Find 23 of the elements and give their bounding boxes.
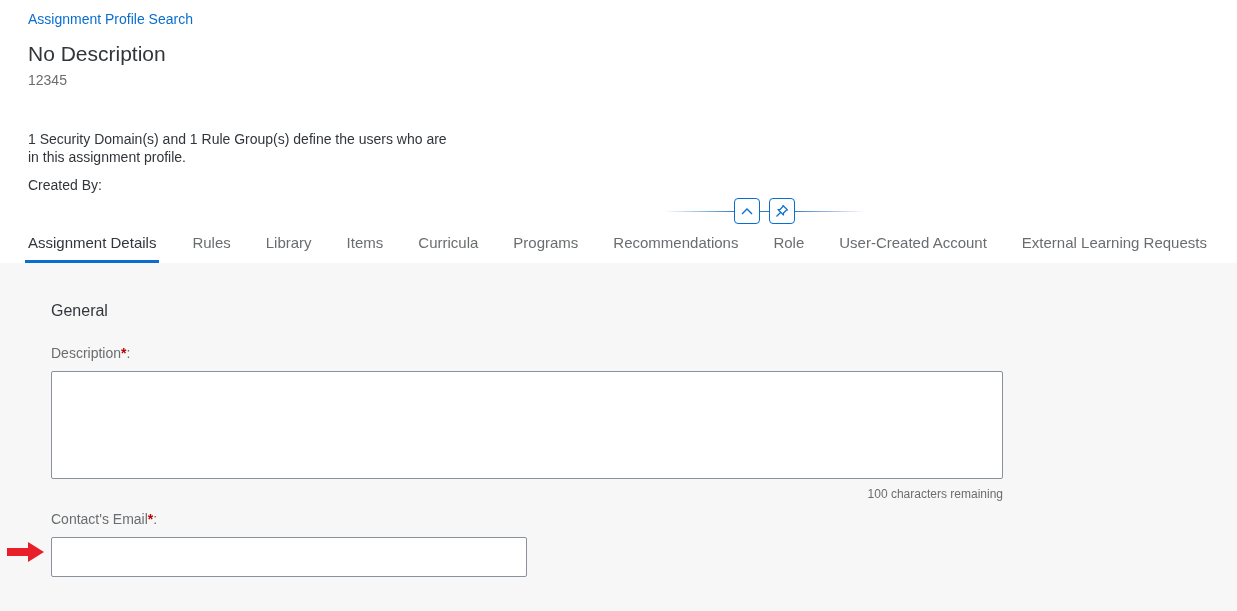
character-counter: 100 characters remaining: [866, 487, 1003, 501]
page-title: No Description: [28, 42, 167, 66]
breadcrumb-link[interactable]: Assignment Profile Search: [28, 11, 193, 27]
tab[interactable]: Items: [346, 224, 384, 263]
tab[interactable]: Programs: [513, 224, 579, 263]
tab[interactable]: Recommendations: [613, 224, 739, 263]
field-label: Contact's Email*:: [51, 511, 159, 527]
tab[interactable]: Library: [265, 224, 312, 263]
collapse-header-button[interactable]: [734, 198, 760, 224]
field-label: Description*:: [51, 345, 132, 361]
pin-button[interactable]: [769, 198, 795, 224]
section-title: General: [51, 302, 109, 320]
page-subtitle: 12345: [28, 72, 68, 88]
tab[interactable]: Role: [773, 224, 805, 263]
email-input[interactable]: [51, 537, 527, 577]
summary-text: 1 Security Domain(s) and 1 Rule Group(s) define the users who are in this assignment profile.: [28, 130, 448, 166]
description-textarea[interactable]: [51, 371, 1003, 479]
created-by-label: Created By:: [28, 177, 103, 193]
tab[interactable]: External Learning Requests: [1021, 224, 1207, 263]
pin-icon: [775, 204, 789, 218]
tab[interactable]: User-Created Account: [839, 224, 987, 263]
tab[interactable]: Rules: [192, 224, 231, 263]
tab[interactable]: Curricula: [418, 224, 479, 263]
